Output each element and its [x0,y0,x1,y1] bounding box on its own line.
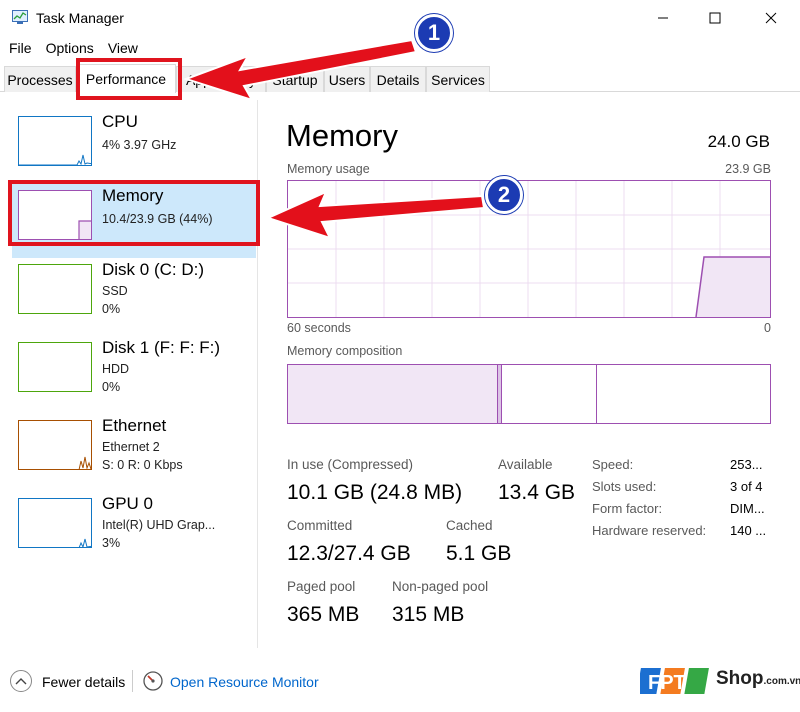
memory-usage-grid [288,181,770,318]
available-value: 13.4 GB [498,481,576,504]
memory-composition-label: Memory composition [287,344,403,358]
fpt-logo: FPT [636,668,709,694]
svg-text:FPT: FPT [648,672,686,694]
menu-bar: File Options View [0,38,143,60]
resource-detail: 4% 3.97 GHz [102,138,177,152]
cpu-thumbnail [18,116,92,166]
highlight-memory-item [8,180,260,246]
tab-processes[interactable]: Processes [4,66,76,92]
committed-value: 12.3/27.4 GB [287,542,411,565]
resource-value: 3% [102,536,121,550]
task-manager-icon [12,10,28,24]
resource-item-ethernet[interactable]: Ethernet Ethernet 2 S: 0 R: 0 Kbps [12,414,256,488]
memory-usage-max: 23.9 GB [725,162,771,176]
committed-label: Committed [287,518,353,533]
maximize-button[interactable] [692,0,738,36]
cached-label: Cached [446,518,493,533]
memory-total: 24.0 GB [707,132,770,151]
form-factor-label: Form factor: [592,501,663,516]
resource-name: CPU [102,112,138,131]
highlight-performance-tab [76,58,182,100]
paged-pool-label: Paged pool [287,579,356,594]
hardware-reserved-value: 140 ... [730,523,767,538]
speed-label: Speed: [592,457,634,472]
in-use-label: In use (Compressed) [287,457,414,472]
non-paged-pool-label: Non-paged pool [392,579,489,594]
step-badge-2: 2 [485,176,523,214]
fewer-details-link[interactable]: Fewer details [42,674,125,690]
menu-options[interactable]: Options [41,38,99,60]
hardware-reserved-label: Hardware reserved: [592,523,707,538]
resource-item-disk-1[interactable]: Disk 1 (F: F: F:) HDD 0% [12,336,256,410]
non-paged-pool-value: 315 MB [392,603,465,626]
speed-value: 253... [730,457,763,472]
graph-time-right: 0 [764,321,771,335]
resource-item-gpu-0[interactable]: GPU 0 Intel(R) UHD Grap... 3% [12,492,256,566]
resource-name: GPU 0 [102,494,154,513]
minimize-icon [658,17,668,19]
close-button[interactable] [748,0,794,36]
memory-usage-label: Memory usage [287,162,370,176]
tab-details[interactable]: Details [370,66,426,92]
fewer-details-button[interactable] [10,670,32,692]
resource-name: Ethernet [102,416,167,435]
resource-detail: Ethernet 2 [102,440,160,454]
brand-watermark: FPT Shop.com.vn [636,662,800,702]
title-bar: Task Manager [0,0,800,36]
ethernet-thumbnail [18,420,92,470]
in-use-value: 10.1 GB (24.8 MB) [287,481,463,504]
window-title: Task Manager [36,10,124,26]
gpu-0-thumbnail [18,498,92,548]
disk-1-thumbnail [18,342,92,392]
resource-name: Disk 0 (C: D:) [102,260,204,279]
resource-item-cpu[interactable]: CPU 4% 3.97 GHz [12,110,256,184]
chevron-up-icon [15,678,27,685]
tab-services[interactable]: Services [426,66,490,92]
minimize-button[interactable] [640,0,686,36]
resource-name: Disk 1 (F: F: F:) [102,338,221,357]
available-label: Available [498,457,553,472]
resource-monitor-icon[interactable] [142,670,164,692]
maximize-icon [709,12,721,24]
page-title: Memory [286,118,398,153]
brand-name: Shop.com.vn [716,668,800,689]
resource-detail: SSD [102,284,128,298]
composition-modified [498,365,502,423]
composition-in-use [288,365,498,423]
graph-time-left: 60 seconds [287,321,351,335]
paged-pool-value: 365 MB [287,603,360,626]
memory-composition-bar [287,364,771,424]
memory-details-panel: Memory 24.0 GB Memory usage 23.9 GB 60 s… [268,100,788,648]
resource-item-disk-0[interactable]: Disk 0 (C: D:) SSD 0% [12,258,256,332]
disk-0-thumbnail [18,264,92,314]
resource-value: S: 0 R: 0 Kbps [102,458,183,472]
resource-detail: Intel(R) UHD Grap... [102,518,216,532]
tab-startup[interactable]: Startup [266,66,324,92]
slots-label: Slots used: [592,479,657,494]
open-resource-monitor-link[interactable]: Open Resource Monitor [170,674,319,690]
tab-users[interactable]: Users [324,66,370,92]
resource-detail: HDD [102,362,130,376]
footer: Fewer details Open Resource Monitor FPT … [0,650,800,712]
resource-value: 0% [102,380,121,394]
close-icon [765,12,777,24]
resource-value: 0% [102,302,121,316]
cached-value: 5.1 GB [446,542,512,565]
memory-usage-graph [287,180,771,318]
form-factor-value: DIM... [730,501,765,516]
footer-divider [132,670,133,692]
tab-app-history[interactable]: App history [176,66,266,92]
step-badge-1: 1 [415,14,453,52]
composition-standby-divider [596,365,597,423]
menu-file[interactable]: File [4,38,37,60]
slots-value: 3 of 4 [730,479,763,494]
menu-view[interactable]: View [103,38,143,60]
